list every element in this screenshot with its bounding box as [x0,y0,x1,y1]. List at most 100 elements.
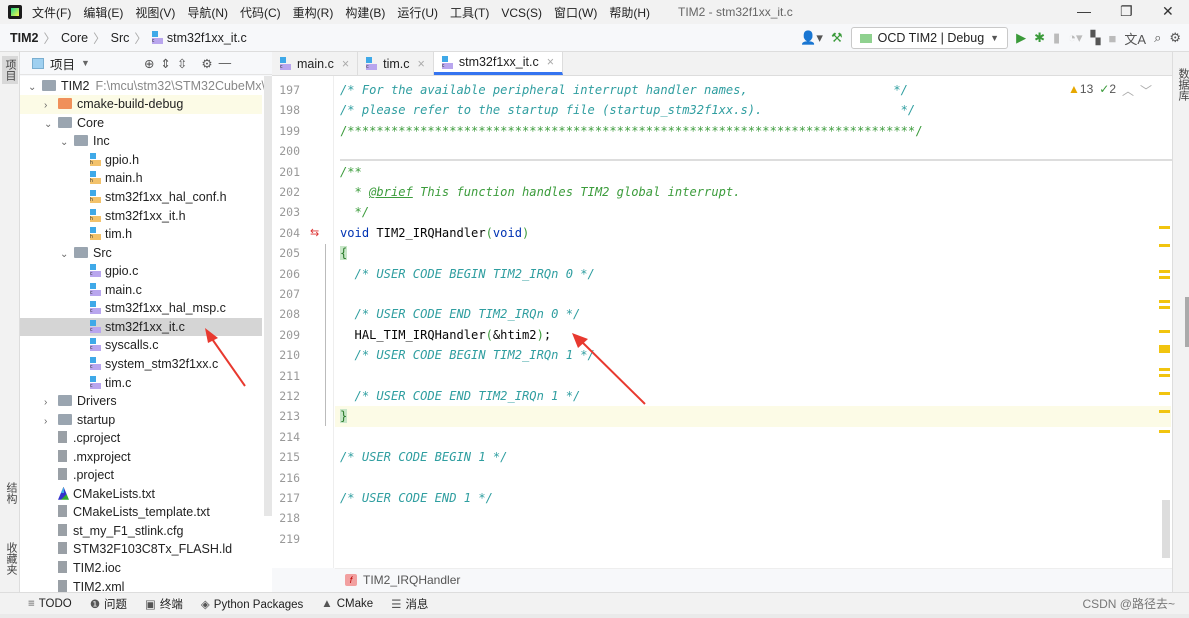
tree-item[interactable]: ⌄ Src [20,244,262,263]
hide-icon[interactable]: — [219,56,232,70]
tree-item[interactable]: › Drivers [20,392,262,411]
chevron-down-icon[interactable]: ▼ [81,58,90,68]
expand-all-icon[interactable]: ⇕ [160,56,170,71]
tab-stm32f1xx_it-c[interactable]: stm32f1xx_it.c × [433,52,564,75]
tool-window-button[interactable]: ◈ Python Packages [201,597,303,611]
warning-marker[interactable] [1159,345,1170,353]
code-line[interactable]: */ [340,202,370,222]
code-line[interactable]: HAL_TIM_IRQHandler(&htim2); [340,325,552,345]
menu-item[interactable]: 文件(F) [32,6,71,20]
tree-item[interactable]: .cproject [20,429,262,448]
gear-icon[interactable]: ⚙ [1169,30,1181,46]
code-line[interactable]: void TIM2_IRQHandler(void) [340,223,529,243]
tree-item[interactable]: TIM2.ioc [20,559,262,578]
collapse-all-icon[interactable]: ⇳ [177,56,187,71]
previous-highlight-icon[interactable]: ︿ [1122,82,1134,99]
tool-window-button[interactable]: ▲ CMake [321,598,373,610]
warning-marker[interactable] [1159,430,1170,433]
tree-scrollbar[interactable] [264,76,272,516]
tool-tab-project[interactable]: 项目 [2,56,18,84]
close-icon[interactable]: × [342,57,349,71]
menu-item[interactable]: 运行(U) [397,6,438,20]
tree-item[interactable]: stm32f1xx_hal_conf.h [20,188,262,207]
implementation-gutter-icon[interactable]: ⇆ [310,226,319,239]
code-line[interactable]: { [340,243,348,263]
tree-item[interactable]: syscalls.c [20,336,262,355]
breadcrumb-file[interactable]: stm32f1xx_it.c [167,31,247,45]
code-line[interactable]: /* USER CODE END TIM2_IRQn 0 */ [340,304,581,324]
close-window-button[interactable]: ✕ [1162,3,1174,20]
code-line[interactable]: /* USER CODE END TIM2_IRQn 1 */ [340,386,581,406]
code-line[interactable]: /* USER CODE BEGIN TIM2_IRQn 1 */ [340,345,595,365]
tree-item[interactable]: stm32f1xx_hal_msp.c [20,299,262,318]
code-line[interactable]: * @brief This function handles TIM2 glob… [340,182,741,202]
menu-item[interactable]: 构建(B) [345,6,385,20]
function-breadcrumb[interactable]: f TIM2_IRQHandler [335,568,1172,590]
gear-icon[interactable]: ⚙ [201,56,212,71]
menu-item[interactable]: 编辑(E) [83,6,123,20]
tree-item[interactable]: main.c [20,281,262,300]
tree-item[interactable]: stm32f1xx_it.h [20,207,262,226]
coverage-icon[interactable]: ▮ [1053,30,1060,46]
warning-marker[interactable] [1159,330,1170,333]
close-icon[interactable]: × [418,57,425,71]
tree-item[interactable]: ⌄ Core [20,114,262,133]
warning-marker[interactable] [1159,392,1170,395]
warning-marker[interactable] [1159,368,1170,371]
menu-item[interactable]: 帮助(H) [609,6,650,20]
breadcrumb-project[interactable]: TIM2 [10,31,38,45]
restore-button[interactable]: ❐ [1120,3,1133,20]
menu-item[interactable]: 窗口(W) [554,6,597,20]
tree-item[interactable]: ⌄TIM2F:\mcu\stm32\STM32CubeMx\TIM2 [20,77,272,96]
tree-item[interactable]: stm32f1xx_it.c [20,317,262,337]
tree-item[interactable]: CMakeLists_template.txt [20,503,262,522]
menu-item[interactable]: 工具(T) [450,6,489,20]
warning-marker[interactable] [1159,410,1170,413]
stop-icon[interactable]: ■ [1109,31,1117,46]
menu-item[interactable]: VCS(S) [501,6,542,20]
inspection-widget[interactable]: ▲13 ✓2 ︿ ﹀ [1068,82,1152,99]
tree-item[interactable]: gpio.h [20,151,262,170]
menu-item[interactable]: 代码(C) [240,6,281,20]
tree-item[interactable]: STM32F103C8Tx_FLASH.ld [20,540,262,559]
tree-item[interactable]: system_stm32f1xx.c [20,355,262,374]
project-panel-title[interactable]: 项目 [50,54,75,73]
tree-item[interactable]: CMakeLists.txt [20,485,262,504]
minimize-button[interactable]: — [1077,3,1091,19]
tool-tab-structure[interactable]: 结构 [3,482,19,504]
code-line[interactable]: /* please refer to the startup file (sta… [340,100,915,120]
warning-marker[interactable] [1159,306,1170,309]
run-configuration-select[interactable]: OCD TIM2 | Debug ▼ [850,27,1009,49]
code-line[interactable]: /***************************************… [340,121,922,141]
tree-item[interactable]: main.h [20,169,262,188]
tool-tab-database[interactable]: 数据库 [1175,68,1189,101]
tool-window-button[interactable]: ▣ 终端 [145,596,183,612]
editor-scrollbar[interactable] [1162,500,1170,558]
translate-icon[interactable]: 文A [1124,29,1146,48]
locate-icon[interactable]: ⊕ [144,56,154,71]
warning-marker[interactable] [1159,270,1170,273]
tool-window-button[interactable]: ☰ 消息 [391,596,428,612]
warning-marker[interactable] [1159,226,1170,229]
debug-icon[interactable]: ✱ [1034,30,1045,46]
code-line[interactable]: } [340,406,348,426]
close-icon[interactable]: × [547,55,554,69]
tool-window-button[interactable]: ≡ TODO [28,598,72,610]
tool-tab-bookmarks[interactable]: 收藏夹 [3,542,19,575]
attach-icon[interactable]: ▚ [1091,30,1101,46]
code-line[interactable]: /* USER CODE END 1 */ [340,488,493,508]
next-highlight-icon[interactable]: ﹀ [1140,82,1152,99]
warning-marker[interactable] [1159,300,1170,303]
user-icon[interactable]: 👤▾ [800,30,823,46]
tree-item[interactable]: st_my_F1_stlink.cfg [20,522,262,541]
tree-item[interactable]: › startup [20,411,262,430]
tab-tim-c[interactable]: tim.c × [358,52,434,75]
tree-item[interactable]: gpio.c [20,262,262,281]
tree-item[interactable]: .project [20,466,262,485]
breadcrumb-core[interactable]: Core [61,31,88,45]
menu-item[interactable]: 视图(V) [135,6,175,20]
tool-window-button[interactable]: ❶ 问题 [90,596,127,612]
tree-item[interactable]: ⌄ Inc [20,132,262,151]
run-icon[interactable]: ▶ [1016,30,1026,46]
tab-main-c[interactable]: main.c × [272,52,359,75]
